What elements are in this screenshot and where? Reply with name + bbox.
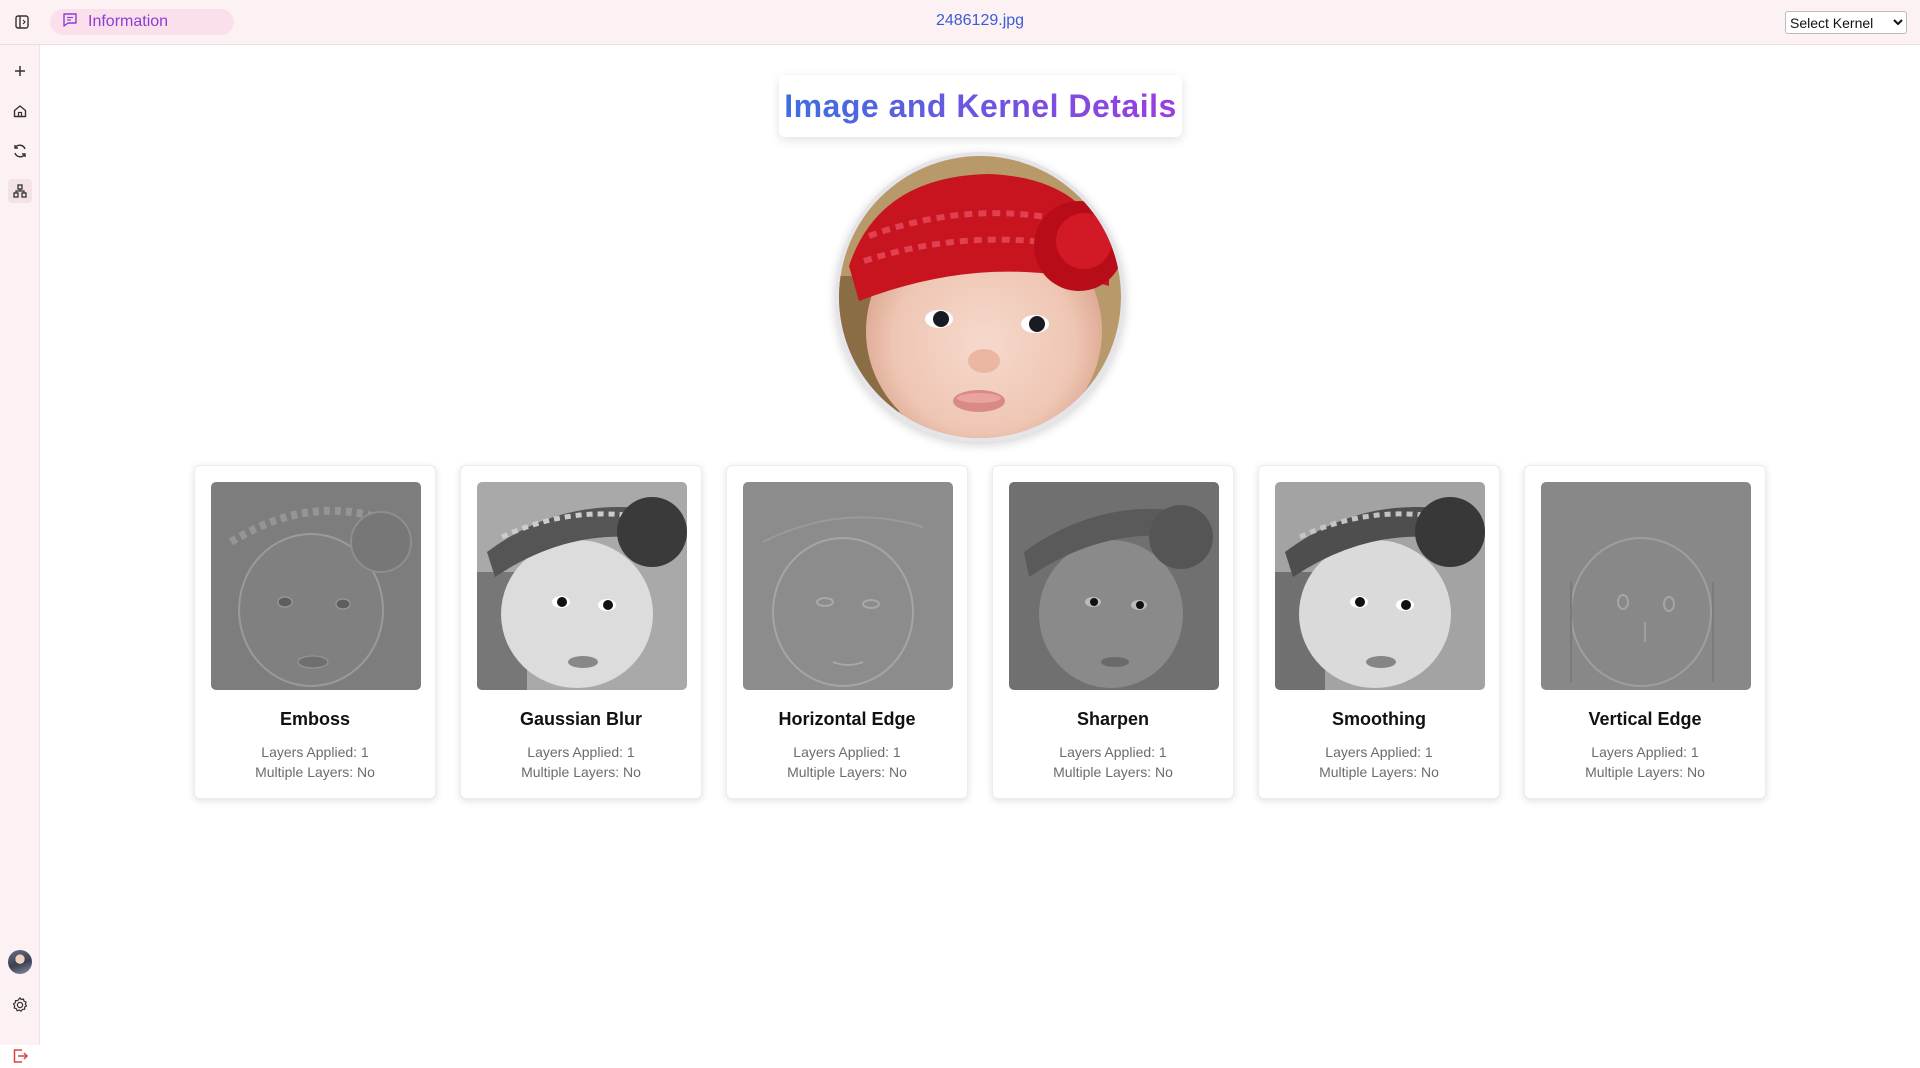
kernel-multiple-layers: Multiple Layers: No (255, 764, 375, 780)
main-image (835, 152, 1125, 442)
kernel-select[interactable]: Select Kernel (1785, 11, 1907, 34)
tab-information[interactable]: Information (50, 9, 234, 35)
logout-icon[interactable] (8, 1044, 32, 1068)
kernel-image-smoothing (1275, 482, 1485, 690)
refresh-icon[interactable] (8, 139, 32, 163)
kernel-image-vertical-edge (1541, 482, 1751, 690)
kernel-layers: Layers Applied: 1 (527, 744, 635, 760)
plus-icon[interactable] (8, 59, 32, 83)
kernel-layers: Layers Applied: 1 (1591, 744, 1699, 760)
kernel-layers: Layers Applied: 1 (1059, 744, 1167, 760)
kernel-name: Sharpen (1076, 709, 1150, 729)
kernel-card-vertical-edge[interactable]: Vertical Edge Layers Applied: 1 Multiple… (1524, 465, 1766, 799)
kernel-image-horizontal-edge (743, 482, 953, 690)
kernel-layers: Layers Applied: 1 (793, 744, 901, 760)
filename-title: 2486129.jpg (935, 12, 1025, 29)
kernel-card-smoothing[interactable]: Smoothing Layers Applied: 1 Multiple Lay… (1258, 465, 1500, 799)
page-title-card: Image and Kernel Details (779, 75, 1182, 137)
kernel-multiple-layers: Multiple Layers: No (521, 764, 641, 780)
message-icon (62, 12, 78, 33)
page-title: Image and Kernel Details (784, 87, 1177, 124)
kernel-layers: Layers Applied: 1 (261, 744, 369, 760)
panel-toggle-icon[interactable] (10, 12, 34, 32)
kernel-card-gaussian-blur[interactable]: Gaussian Blur Layers Applied: 1 Multiple… (460, 465, 702, 799)
kernel-cards: Emboss Layers Applied: 1 Multiple Layers… (194, 465, 1766, 799)
avatar[interactable] (8, 950, 32, 974)
hierarchy-icon[interactable] (8, 179, 32, 203)
kernel-multiple-layers: Multiple Layers: No (1319, 764, 1439, 780)
top-bar: Information 2486129.jpg Select Kernel (0, 0, 1920, 45)
kernel-image-emboss (211, 482, 421, 690)
kernel-name: Gaussian Blur (519, 709, 643, 729)
kernel-name: Smoothing (1332, 709, 1426, 729)
kernel-card-horizontal-edge[interactable]: Horizontal Edge Layers Applied: 1 Multip… (726, 465, 968, 799)
kernel-card-emboss[interactable]: Emboss Layers Applied: 1 Multiple Layers… (194, 465, 436, 799)
kernel-multiple-layers: Multiple Layers: No (1585, 764, 1705, 780)
kernel-name: Emboss (279, 709, 351, 729)
gear-icon[interactable] (8, 993, 32, 1017)
kernel-name: Vertical Edge (1588, 709, 1702, 729)
kernel-multiple-layers: Multiple Layers: No (1053, 764, 1173, 780)
sidebar (0, 45, 40, 1063)
kernel-name: Horizontal Edge (778, 709, 916, 729)
kernel-image-gaussian-blur (477, 482, 687, 690)
kernel-card-sharpen[interactable]: Sharpen Layers Applied: 1 Multiple Layer… (992, 465, 1234, 799)
home-icon[interactable] (8, 99, 32, 123)
tab-information-label: Information (88, 13, 169, 30)
kernel-image-sharpen (1009, 482, 1219, 690)
kernel-layers: Layers Applied: 1 (1325, 744, 1433, 760)
kernel-multiple-layers: Multiple Layers: No (787, 764, 907, 780)
